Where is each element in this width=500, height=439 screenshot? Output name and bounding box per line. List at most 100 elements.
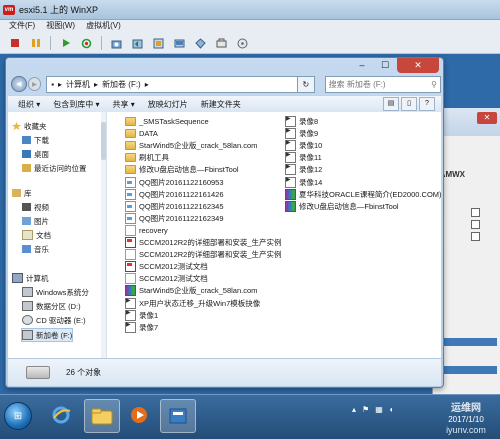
file-item[interactable]: StarWind5企业版_crack_58lan.com [125, 285, 257, 297]
file-item[interactable]: QQ图片20161122162349 [125, 212, 224, 224]
file-item[interactable]: 夏华科技ORACLE课程简介(ED2000.COM) [285, 188, 442, 200]
new-folder-button[interactable]: 新建文件夹 [201, 99, 241, 110]
nav-recent-places[interactable]: 最近访问的位置 [22, 162, 87, 174]
taskbar-media-player[interactable] [122, 399, 156, 431]
action-center-icon[interactable]: ⚑ [362, 405, 369, 414]
volume-icon[interactable]: ◖ [389, 405, 394, 414]
file-item[interactable]: QQ图片20161122160953 [125, 176, 224, 188]
nav-libraries[interactable]: 库 [12, 187, 32, 199]
background-window-checkbox[interactable] [471, 220, 480, 229]
nav-label: CD 驱动器 (E:) [36, 315, 86, 325]
background-window-checkbox[interactable] [471, 208, 480, 217]
video-file-icon [285, 115, 296, 127]
breadcrumb-drive-f[interactable]: 新加卷 (F:) [102, 79, 141, 90]
file-item[interactable]: SCCM2012R2的详细部署和安装_生产实例 [125, 237, 282, 248]
taskbar-server-manager[interactable] [160, 399, 196, 433]
taskbar-ie[interactable] [44, 399, 78, 431]
taskbar-explorer[interactable] [84, 399, 120, 433]
search-input[interactable] [325, 79, 428, 89]
search-icon[interactable]: ⚲ [431, 80, 437, 89]
play-icon[interactable] [59, 37, 72, 50]
nav-label: 桌面 [34, 149, 49, 159]
file-item[interactable]: XP用户状态迁移_升级Win7模板抉像 [125, 297, 260, 309]
network-icon[interactable]: ▦ [375, 405, 383, 414]
pause-icon[interactable] [29, 37, 42, 50]
start-button[interactable]: ⊞ [4, 402, 32, 430]
nav-drive-f[interactable]: 新加卷 (F:) [21, 328, 74, 342]
file-item[interactable]: 录像14 [285, 176, 322, 188]
file-item[interactable]: SCCM2012测试文档 [125, 261, 208, 273]
vsphere-app-icon: vm [3, 4, 15, 15]
share-button[interactable]: 共享 ▾ [113, 99, 135, 110]
nav-music[interactable]: 音乐 [22, 243, 49, 255]
file-list: _SMSTaskSequence DATA StarWind5企业版_crack_5… [107, 112, 442, 358]
change-view-icon[interactable]: ▤ [383, 97, 399, 111]
console-settings-icon[interactable] [173, 37, 186, 50]
back-icon[interactable]: ◀ [11, 76, 27, 92]
nav-documents[interactable]: 文档 [22, 229, 51, 241]
file-item[interactable]: SCCM2012R2的详细部署和安装_生产实例 [125, 249, 282, 261]
menu-vm[interactable]: 虚拟机(V) [86, 20, 121, 31]
file-item[interactable]: 录像7 [125, 321, 159, 333]
file-item[interactable]: QQ图片20161122161426 [125, 188, 224, 200]
nav-cd-drive-e[interactable]: CD 驱动器 (E:) [22, 314, 86, 326]
file-item[interactable]: SCCM2012测试文档 [125, 273, 208, 285]
file-item[interactable]: 修改U盘启动信息—FbinstTool [125, 164, 239, 175]
reset-icon[interactable] [80, 37, 93, 50]
file-item[interactable]: recovery [125, 224, 168, 236]
forward-icon[interactable]: ▶ [27, 77, 42, 91]
menu-view[interactable]: 视图(W) [46, 20, 75, 31]
nav-downloads[interactable]: 下载 [22, 134, 49, 146]
file-item[interactable]: StarWind5企业版_crack_58lan.com [125, 140, 257, 151]
tray-clock[interactable]: 运维网 2017/1/10 iyunv.com [442, 403, 490, 436]
nav-label: 文档 [36, 230, 51, 240]
view-controls: ▤ ▯ ? [381, 97, 435, 111]
file-name: 录像7 [139, 322, 159, 332]
file-item[interactable]: QQ图片20161122162345 [125, 200, 224, 212]
tray-expand-icon[interactable]: ▴ [352, 405, 356, 414]
breadcrumb-computer[interactable]: 计算机 [66, 79, 90, 90]
file-item[interactable]: 录像11 [285, 151, 322, 164]
clock-date: 2017/1/10 [448, 415, 484, 424]
file-item[interactable]: 录像12 [285, 163, 322, 176]
file-item[interactable]: 刷机工具 [125, 152, 169, 163]
help-icon[interactable]: ? [419, 97, 435, 111]
nav-favorites[interactable]: 收藏夹 [12, 120, 47, 132]
organize-button[interactable]: 组织 ▾ [18, 99, 40, 110]
file-item[interactable]: DATA [125, 128, 158, 139]
stop-icon[interactable] [8, 37, 21, 50]
file-item[interactable]: 录像9 [285, 127, 318, 140]
nav-desktop[interactable]: 桌面 [22, 148, 49, 160]
nav-computer[interactable]: 计算机 [12, 272, 49, 284]
file-item[interactable]: 修改U盘启动信息—FbinstTool [285, 200, 399, 212]
include-in-library-button[interactable]: 包含到库中 ▾ [53, 99, 99, 110]
snapshot-manager-icon[interactable] [152, 37, 165, 50]
preview-pane-icon[interactable]: ▯ [401, 97, 417, 111]
background-window-close-button[interactable]: ✕ [477, 112, 497, 124]
close-button[interactable]: ✕ [397, 58, 439, 73]
menu-file[interactable]: 文件(F) [9, 20, 35, 31]
nav-videos[interactable]: 视频 [22, 201, 49, 213]
slideshow-button[interactable]: 放映幻灯片 [148, 99, 188, 110]
snapshot-icon[interactable] [110, 37, 123, 50]
nav-scrollbar-thumb[interactable] [101, 122, 106, 160]
file-item[interactable]: _SMSTaskSequence [125, 116, 209, 127]
nav-drive-d[interactable]: 数据分区 (D:) [22, 300, 81, 312]
background-window-checkbox[interactable] [471, 232, 480, 241]
nav-label: 库 [24, 188, 32, 198]
address-bar[interactable]: ▪ ▸ 计算机 ▸ 新加卷 (F:) ▸ [46, 75, 299, 93]
refresh-icon[interactable]: ↻ [298, 75, 315, 93]
file-item[interactable]: 录像8 [285, 115, 318, 127]
nav-pictures[interactable]: 图片 [22, 215, 49, 227]
send-keys-icon[interactable] [215, 37, 228, 50]
search-field[interactable]: ⚲ [324, 75, 441, 93]
revert-snapshot-icon[interactable] [131, 37, 144, 50]
item-count: 26 个对象 [66, 368, 102, 377]
network-adapter-icon[interactable] [194, 37, 207, 50]
file-item[interactable]: 录像10 [285, 139, 322, 152]
nav-windows-drive[interactable]: Windows系统分 [22, 286, 89, 298]
file-item[interactable]: 录像1 [125, 309, 158, 321]
cd-device-icon[interactable] [236, 37, 249, 50]
minimize-button[interactable]: – [351, 58, 373, 73]
maximize-button[interactable]: ☐ [374, 58, 396, 73]
